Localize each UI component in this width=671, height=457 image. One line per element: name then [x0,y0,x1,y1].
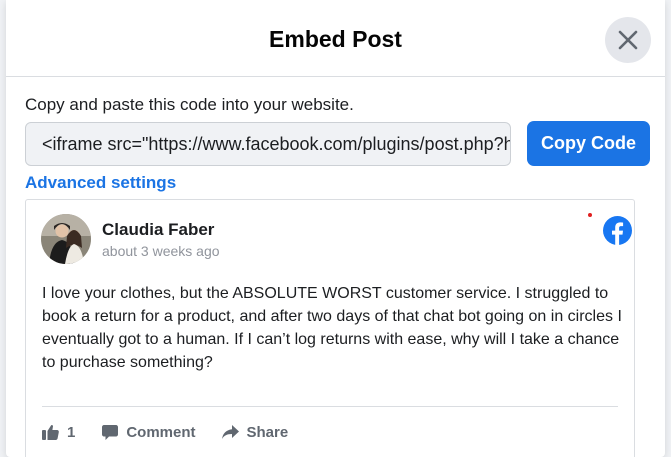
comment-icon [102,424,119,440]
avatar[interactable] [41,214,91,264]
advanced-settings-link[interactable]: Advanced settings [25,173,176,193]
like-count: 1 [67,423,76,441]
post-text: I love your clothes, but the ABSOLUTE WO… [42,285,622,371]
close-button[interactable] [605,17,651,63]
post-author[interactable]: Claudia Faber [102,220,214,240]
post-divider [42,406,618,407]
share-icon [221,425,239,439]
post-actions: 1 Comment Share [42,422,288,442]
close-icon [618,30,638,50]
embed-instructions: Copy and paste this code into your websi… [25,95,354,114]
like-icon [42,425,59,440]
dialog-header: Embed Post [6,0,665,77]
copy-code-button[interactable]: Copy Code [527,121,650,166]
post-preview: Claudia Faber about 3 weeks ago I love y… [25,199,635,457]
notification-dot [588,213,592,217]
facebook-logo-icon[interactable] [603,216,632,245]
post-timestamp[interactable]: about 3 weeks ago [102,243,220,259]
like-button[interactable]: 1 [42,424,75,441]
comment-label: Comment [126,423,196,441]
embed-post-dialog: Embed Post Copy and paste this code into… [6,0,665,457]
embed-code-field[interactable]: <iframe src="https://www.facebook.com/pl… [25,122,511,166]
dialog-title: Embed Post [269,26,402,52]
share-button[interactable]: Share [221,423,289,441]
share-label: Share [246,423,289,441]
comment-button[interactable]: Comment [102,423,196,441]
